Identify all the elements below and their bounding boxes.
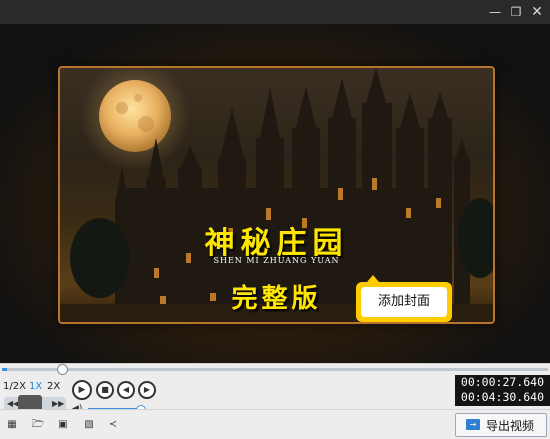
- add-cover-tooltip[interactable]: 添加封面: [356, 275, 452, 322]
- step-back-icon: ◀: [122, 385, 130, 394]
- export-icon: →: [466, 419, 480, 430]
- share-icon[interactable]: ≺: [106, 419, 120, 431]
- speed-half[interactable]: 1/2X: [3, 381, 26, 392]
- next-frame-button[interactable]: ▶: [138, 381, 156, 399]
- cover-subtitle: SHEN MI ZHUANG YUAN: [213, 256, 340, 265]
- export-video-button[interactable]: → 导出视频: [455, 413, 547, 437]
- stop-button[interactable]: ■: [96, 381, 114, 399]
- restore-icon[interactable]: ❐: [507, 3, 525, 21]
- progress-thumb[interactable]: [57, 364, 69, 375]
- export-video-label: 导出视频: [486, 419, 535, 433]
- speed-normal[interactable]: 1X: [29, 381, 42, 392]
- play-button[interactable]: ▶: [72, 380, 92, 400]
- step-forward-icon: ▶: [143, 385, 151, 394]
- folder-open-icon[interactable]: 🗁: [31, 419, 45, 431]
- save-as-icon[interactable]: ▧: [82, 419, 96, 431]
- tooltip-arrow: [367, 275, 379, 282]
- bottom-toolbar: ▦ 🗁 ▣ ▧ ≺ → 导出视频: [0, 409, 550, 439]
- progress-fill: [2, 368, 8, 371]
- time-display: 00:00:27.640 00:04:30.640: [455, 375, 550, 406]
- speed-double[interactable]: 2X: [47, 381, 60, 392]
- total-time: 00:04:30.640: [460, 390, 544, 404]
- current-time: 00:00:27.640: [460, 375, 544, 389]
- add-cover-button[interactable]: 添加封面: [361, 287, 447, 317]
- previous-frame-button[interactable]: ◀: [117, 381, 135, 399]
- progress-track[interactable]: [2, 364, 548, 375]
- title-bar: — ❐ ✕: [0, 0, 550, 24]
- close-icon[interactable]: ✕: [528, 3, 546, 21]
- document-icon[interactable]: ▦: [5, 419, 19, 431]
- save-icon[interactable]: ▣: [56, 419, 70, 431]
- stop-icon: ■: [101, 385, 109, 394]
- minimize-icon[interactable]: —: [486, 3, 504, 21]
- video-preview: 神秘庄园 SHEN MI ZHUANG YUAN 完整版 添加封面: [0, 24, 550, 363]
- play-icon: ▶: [78, 385, 86, 395]
